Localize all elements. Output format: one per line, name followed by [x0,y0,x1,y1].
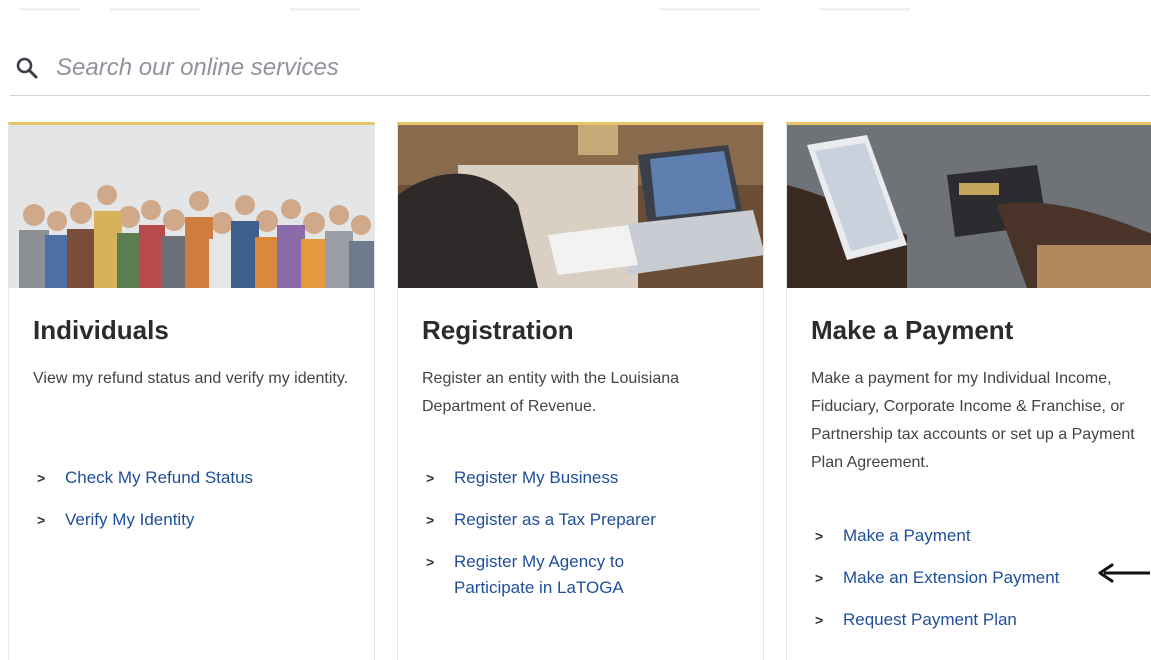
card-links: > Register My Business > Register as a T… [426,465,674,617]
verify-my-identity-link[interactable]: Verify My Identity [65,507,194,533]
chevron-right-icon: > [815,528,824,544]
chevron-right-icon: > [815,612,824,628]
card-description: View my refund status and verify my iden… [33,370,349,387]
register-as-tax-preparer-link[interactable]: Register as a Tax Preparer [454,507,656,533]
check-my-refund-status-link[interactable]: Check My Refund Status [65,465,253,491]
make-a-payment-link[interactable]: Make a Payment [843,523,971,549]
register-my-business-link[interactable]: Register My Business [454,465,618,491]
card-links: > Make a Payment > Make an Extension Pay… [815,523,1059,649]
card-description: Make a payment for my Individual Income,… [811,370,1135,471]
list-item: > Verify My Identity [37,507,253,533]
request-payment-plan-link[interactable]: Request Payment Plan [843,607,1017,633]
chevron-right-icon: > [426,554,435,570]
search-input[interactable] [56,47,656,88]
list-item: > Register My Agency to Participate in L… [426,549,674,601]
top-nav-strip [0,0,1151,20]
card-title: Make a Payment [811,315,1014,345]
list-item: > Request Payment Plan [815,607,1059,633]
list-item: > Check My Refund Status [37,465,253,491]
card-make-a-payment: Make a Payment Make a payment for my Ind… [786,122,1151,660]
registration-image [398,125,763,288]
register-my-agency-link[interactable]: Register My Agency to Participate in LaT… [454,549,674,601]
chevron-right-icon: > [426,470,435,486]
arrow-left-icon [1098,563,1150,588]
chevron-right-icon: > [37,512,46,528]
chevron-right-icon: > [37,470,46,486]
chevron-right-icon: > [815,570,824,586]
card-links: > Check My Refund Status > Verify My Ide… [37,465,253,549]
card-description: Register an entity with the Louisiana De… [422,370,680,415]
list-item: > Make a Payment [815,523,1059,549]
card-title: Registration [422,315,574,345]
individuals-image [9,125,374,288]
payment-image [787,125,1151,288]
search-icon[interactable] [12,53,42,83]
card-title: Individuals [33,315,169,345]
make-an-extension-payment-link[interactable]: Make an Extension Payment [843,565,1059,591]
card-registration: Registration Register an entity with the… [397,122,764,660]
search-bar [10,40,1150,96]
list-item: > Make an Extension Payment [815,565,1059,591]
chevron-right-icon: > [426,512,435,528]
list-item: > Register as a Tax Preparer [426,507,674,533]
card-individuals: Individuals View my refund status and ve… [8,122,375,660]
list-item: > Register My Business [426,465,674,491]
